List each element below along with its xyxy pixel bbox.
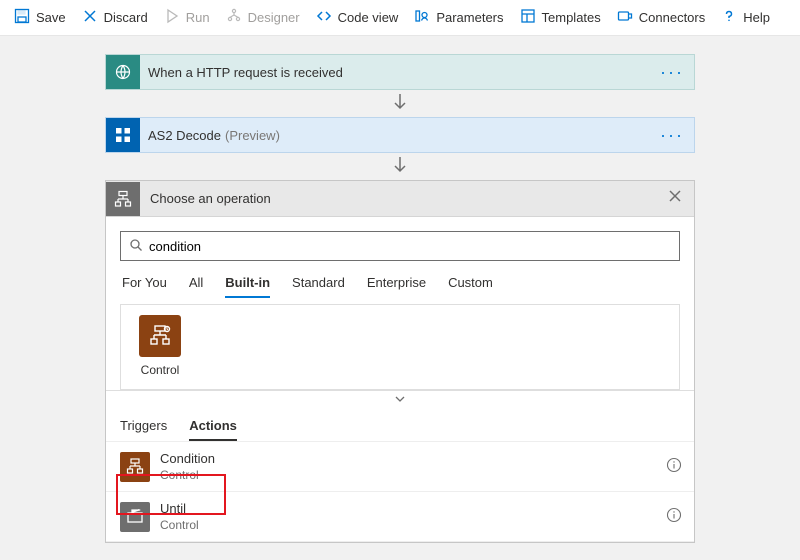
- action-title: Condition: [160, 451, 215, 467]
- parameters-button[interactable]: Parameters: [406, 4, 511, 32]
- designer-canvas: When a HTTP request is received ··· AS2 …: [0, 36, 800, 560]
- filter-tab-builtin[interactable]: Built-in: [225, 275, 270, 298]
- action-item-until[interactable]: Until Control: [106, 492, 694, 542]
- code-icon: [316, 8, 332, 27]
- as2-icon: [106, 118, 140, 152]
- toolbar-label: Discard: [104, 10, 148, 25]
- play-icon: [164, 8, 180, 27]
- http-request-icon: [106, 55, 140, 89]
- operation-picker-header: Choose an operation: [106, 181, 694, 217]
- info-button[interactable]: [666, 457, 682, 476]
- action-subtitle: Control: [160, 517, 199, 533]
- trigger-action-tabs: Triggers Actions: [106, 408, 694, 441]
- save-icon: [14, 8, 30, 27]
- filter-tab-enterprise[interactable]: Enterprise: [367, 275, 426, 298]
- code-view-button[interactable]: Code view: [308, 4, 407, 32]
- flow-step-as2[interactable]: AS2 Decode (Preview) ···: [105, 117, 695, 153]
- filter-tab-standard[interactable]: Standard: [292, 275, 345, 298]
- toolbar-label: Save: [36, 10, 66, 25]
- flow-arrow-icon: [0, 92, 800, 115]
- step-menu-button[interactable]: ···: [650, 62, 694, 83]
- parameters-icon: [414, 8, 430, 27]
- subtab-triggers[interactable]: Triggers: [120, 418, 167, 441]
- toolbar-label: Help: [743, 10, 770, 25]
- flow-arrow-icon: [0, 155, 800, 178]
- action-item-text: Condition Control: [160, 451, 215, 483]
- preview-badge: (Preview): [225, 128, 280, 143]
- action-item-text: Until Control: [160, 501, 199, 533]
- toolbar-label: Parameters: [436, 10, 503, 25]
- step-menu-button[interactable]: ···: [650, 125, 694, 146]
- templates-button[interactable]: Templates: [512, 4, 609, 32]
- connector-tile-label: Control: [135, 363, 185, 377]
- connectors-grid: Control: [120, 304, 680, 390]
- run-button[interactable]: Run: [156, 4, 218, 32]
- search-input-wrapper[interactable]: [120, 231, 680, 261]
- filter-tabs: For You All Built-in Standard Enterprise…: [120, 275, 680, 298]
- toolbar-label: Designer: [248, 10, 300, 25]
- operation-icon: [106, 182, 140, 216]
- flow-step-title: AS2 Decode: [140, 128, 221, 143]
- toolbar-label: Templates: [542, 10, 601, 25]
- info-button[interactable]: [666, 507, 682, 526]
- close-button[interactable]: [656, 189, 694, 208]
- operation-picker-title: Choose an operation: [140, 191, 271, 206]
- filter-tab-custom[interactable]: Custom: [448, 275, 493, 298]
- connectors-icon: [617, 8, 633, 27]
- flow-step-title: When a HTTP request is received: [140, 65, 343, 80]
- chevron-down-icon: [393, 392, 407, 407]
- subtab-actions[interactable]: Actions: [189, 418, 237, 441]
- filter-tab-foryou[interactable]: For You: [122, 275, 167, 298]
- operation-picker-panel: Choose an operation For You All Built-in…: [105, 180, 695, 543]
- toolbar: Save Discard Run Designer Code view Para…: [0, 0, 800, 36]
- action-subtitle: Control: [160, 467, 215, 483]
- control-icon: [139, 315, 181, 357]
- help-icon: [721, 8, 737, 27]
- search-icon: [129, 238, 143, 255]
- action-list: Condition Control Until Control: [106, 441, 694, 542]
- connector-tile-control[interactable]: Control: [135, 315, 185, 377]
- flow-step-trigger[interactable]: When a HTTP request is received ···: [105, 54, 695, 90]
- connectors-button[interactable]: Connectors: [609, 4, 713, 32]
- templates-icon: [520, 8, 536, 27]
- condition-icon: [120, 452, 150, 482]
- action-title: Until: [160, 501, 199, 517]
- filter-tab-all[interactable]: All: [189, 275, 203, 298]
- until-icon: [120, 502, 150, 532]
- close-icon: [82, 8, 98, 27]
- save-button[interactable]: Save: [6, 4, 74, 32]
- toolbar-label: Code view: [338, 10, 399, 25]
- designer-button[interactable]: Designer: [218, 4, 308, 32]
- help-button[interactable]: Help: [713, 4, 778, 32]
- action-item-condition[interactable]: Condition Control: [106, 442, 694, 492]
- toolbar-label: Connectors: [639, 10, 705, 25]
- toolbar-label: Run: [186, 10, 210, 25]
- search-input[interactable]: [143, 239, 671, 254]
- designer-icon: [226, 8, 242, 27]
- expand-connectors-button[interactable]: [106, 390, 694, 408]
- discard-button[interactable]: Discard: [74, 4, 156, 32]
